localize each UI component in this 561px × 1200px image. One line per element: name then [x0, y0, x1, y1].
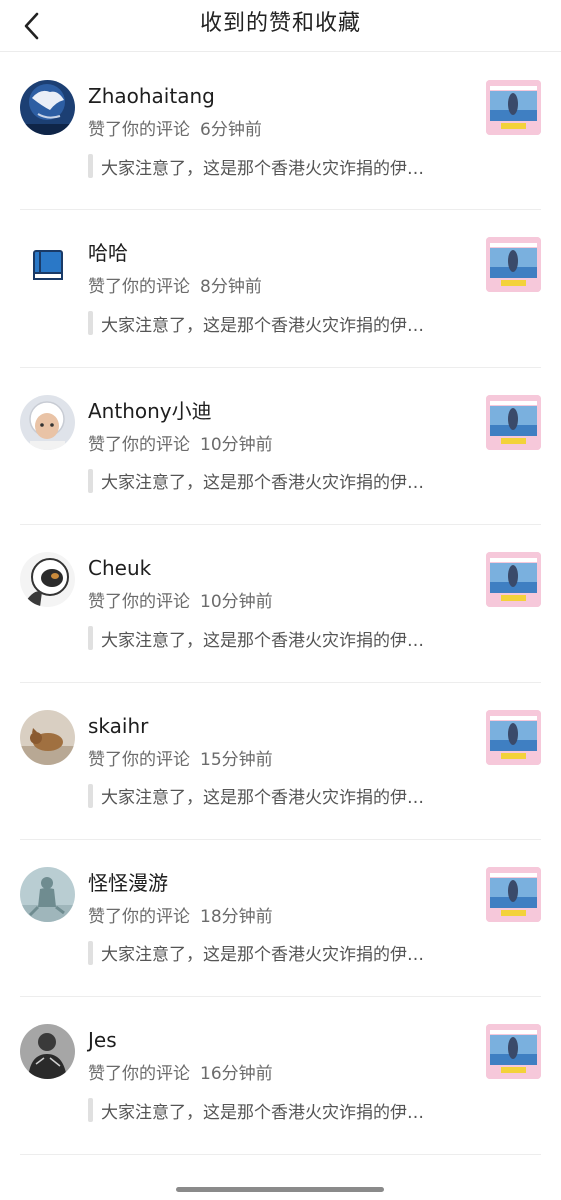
- timestamp: 10分钟前: [200, 592, 273, 613]
- globe-avatar-icon: [20, 80, 75, 135]
- comment-quote[interactable]: 大家注意了，这是那个香港火灾诈捐的伊…: [88, 310, 473, 336]
- action-text: 赞了你的评论: [88, 749, 190, 770]
- comment-quote[interactable]: 大家注意了，这是那个香港火灾诈捐的伊…: [88, 1097, 473, 1123]
- quote-bar: [88, 154, 93, 178]
- post-image-icon: [486, 552, 541, 608]
- action-line: 赞了你的评论 16分钟前: [88, 1061, 273, 1087]
- quote-bar: [88, 311, 93, 336]
- avatar[interactable]: [20, 80, 75, 135]
- post-image-icon: [486, 866, 541, 922]
- avatar[interactable]: [20, 1024, 75, 1080]
- action-text: 赞了你的评论: [88, 906, 190, 927]
- username[interactable]: 怪怪漫游: [88, 868, 168, 898]
- comment-quote[interactable]: 大家注意了，这是那个香港火灾诈捐的伊…: [88, 625, 473, 651]
- notification-list: Zhaohaitang 赞了你的评论 6分钟前 大家注意了，这是那个香港火灾诈捐的…: [0, 53, 561, 1155]
- post-thumbnail[interactable]: [486, 709, 541, 765]
- top-bar: 收到的赞和收藏: [0, 0, 561, 52]
- timestamp: 18分钟前: [200, 906, 273, 927]
- quote-text: 大家注意了，这是那个香港火灾诈捐的伊…: [101, 473, 424, 494]
- quote-text: 大家注意了，这是那个香港火灾诈捐的伊…: [101, 315, 424, 336]
- timestamp: 6分钟前: [200, 120, 262, 140]
- post-image-icon: [486, 80, 541, 135]
- quote-bar: [88, 468, 93, 493]
- person-avatar-icon: [20, 1024, 75, 1080]
- post-thumbnail[interactable]: [486, 237, 541, 293]
- username[interactable]: Cheuk: [88, 553, 151, 583]
- timestamp: 10分钟前: [200, 434, 273, 455]
- username[interactable]: Zhaohaitang: [88, 81, 215, 111]
- avatar[interactable]: [20, 394, 75, 450]
- quote-bar: [88, 626, 93, 651]
- timestamp: 8分钟前: [200, 277, 262, 298]
- post-thumbnail[interactable]: [486, 1024, 541, 1080]
- action-text: 赞了你的评论: [88, 120, 190, 140]
- list-item[interactable]: Jes 赞了你的评论 16分钟前 大家注意了，这是那个香港火灾诈捐的伊…: [20, 997, 541, 1155]
- quote-text: 大家注意了，这是那个香港火灾诈捐的伊…: [101, 945, 424, 966]
- list-item[interactable]: Cheuk 赞了你的评论 10分钟前 大家注意了，这是那个香港火灾诈捐的伊…: [20, 525, 541, 683]
- list-item[interactable]: skaihr 赞了你的评论 15分钟前 大家注意了，这是那个香港火灾诈捐的伊…: [20, 683, 541, 840]
- avatar[interactable]: [20, 237, 75, 293]
- list-item[interactable]: Anthony小迪 赞了你的评论 10分钟前 大家注意了，这是那个香港火灾诈捐的伊…: [20, 368, 541, 526]
- action-text: 赞了你的评论: [88, 277, 190, 298]
- post-image-icon: [486, 1024, 541, 1080]
- username[interactable]: Anthony小迪: [88, 396, 212, 426]
- home-indicator[interactable]: [176, 1187, 384, 1192]
- quote-bar: [88, 1098, 93, 1123]
- book-avatar-icon: [20, 237, 75, 293]
- action-line: 赞了你的评论 10分钟前: [88, 589, 273, 615]
- avatar[interactable]: [20, 552, 75, 608]
- post-image-icon: [486, 709, 541, 765]
- comment-quote[interactable]: 大家注意了，这是那个香港火灾诈捐的伊…: [88, 940, 473, 966]
- comment-quote[interactable]: 大家注意了，这是那个香港火灾诈捐的伊…: [88, 783, 473, 809]
- action-line: 赞了你的评论 6分钟前: [88, 117, 262, 143]
- quote-bar: [88, 940, 93, 965]
- action-line: 赞了你的评论 8分钟前: [88, 274, 262, 300]
- post-thumbnail[interactable]: [486, 394, 541, 450]
- post-image-icon: [486, 237, 541, 293]
- quote-text: 大家注意了，这是那个香港火灾诈捐的伊…: [101, 158, 424, 179]
- action-line: 赞了你的评论 10分钟前: [88, 432, 273, 458]
- post-thumbnail[interactable]: [486, 866, 541, 922]
- cat-avatar-icon: [20, 709, 75, 765]
- post-thumbnail[interactable]: [486, 80, 541, 135]
- username[interactable]: skaihr: [88, 711, 148, 741]
- list-item[interactable]: 哈哈 赞了你的评论 8分钟前 大家注意了，这是那个香港火灾诈捐的伊…: [20, 210, 541, 368]
- quote-text: 大家注意了，这是那个香港火灾诈捐的伊…: [101, 630, 424, 651]
- action-text: 赞了你的评论: [88, 592, 190, 613]
- action-line: 赞了你的评论 15分钟前: [88, 747, 273, 773]
- quote-text: 大家注意了，这是那个香港火灾诈捐的伊…: [101, 788, 424, 809]
- timestamp: 16分钟前: [200, 1064, 273, 1085]
- action-text: 赞了你的评论: [88, 434, 190, 455]
- post-thumbnail[interactable]: [486, 552, 541, 608]
- list-item[interactable]: 怪怪漫游 赞了你的评论 18分钟前 大家注意了，这是那个香港火灾诈捐的伊…: [20, 840, 541, 998]
- comment-quote[interactable]: 大家注意了，这是那个香港火灾诈捐的伊…: [88, 468, 473, 494]
- action-text: 赞了你的评论: [88, 1064, 190, 1085]
- comment-quote[interactable]: 大家注意了，这是那个香港火灾诈捐的伊…: [88, 153, 473, 179]
- username[interactable]: 哈哈: [88, 238, 128, 268]
- avatar[interactable]: [20, 866, 75, 922]
- page-title: 收到的赞和收藏: [199, 11, 361, 36]
- avatar[interactable]: [20, 709, 75, 765]
- timestamp: 15分钟前: [200, 749, 273, 770]
- astronaut-avatar-icon: [20, 552, 75, 608]
- quote-bar: [88, 783, 93, 808]
- statue-avatar-icon: [20, 866, 75, 922]
- username[interactable]: Jes: [88, 1025, 117, 1055]
- action-line: 赞了你的评论 18分钟前: [88, 904, 273, 930]
- list-item[interactable]: Zhaohaitang 赞了你的评论 6分钟前 大家注意了，这是那个香港火灾诈捐的…: [20, 53, 541, 211]
- quote-text: 大家注意了，这是那个香港火灾诈捐的伊…: [101, 1102, 424, 1123]
- child-avatar-icon: [20, 394, 75, 450]
- post-image-icon: [486, 394, 541, 450]
